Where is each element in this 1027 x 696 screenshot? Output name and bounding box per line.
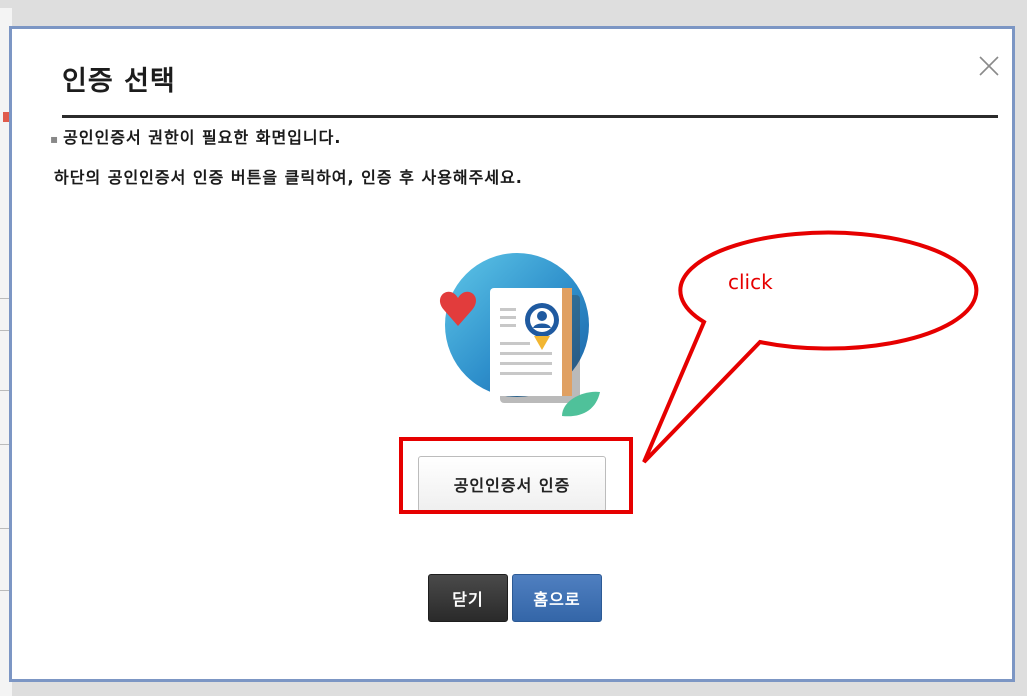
message-line-1: ▪ 공인인증서 권한이 필요한 화면입니다. [50,124,341,148]
bullet-icon: ▪ [50,131,60,146]
annotation-highlight-box [399,437,633,514]
message-line-2: 하단의 공인인증서 인증 버튼을 클릭하여, 인증 후 사용해주세요. [54,168,523,187]
certificate-document-icon [439,253,600,417]
close-button[interactable]: 닫기 [428,574,508,622]
home-button[interactable]: 홈으로 [512,574,602,622]
title-divider [62,115,998,118]
close-icon[interactable] [974,51,1004,81]
dialog-title: 인증 선택 [62,66,176,97]
message-line-1-text: 공인인증서 권한이 필요한 화면입니다. [63,128,342,147]
annotation-callout-text: click [728,270,773,294]
